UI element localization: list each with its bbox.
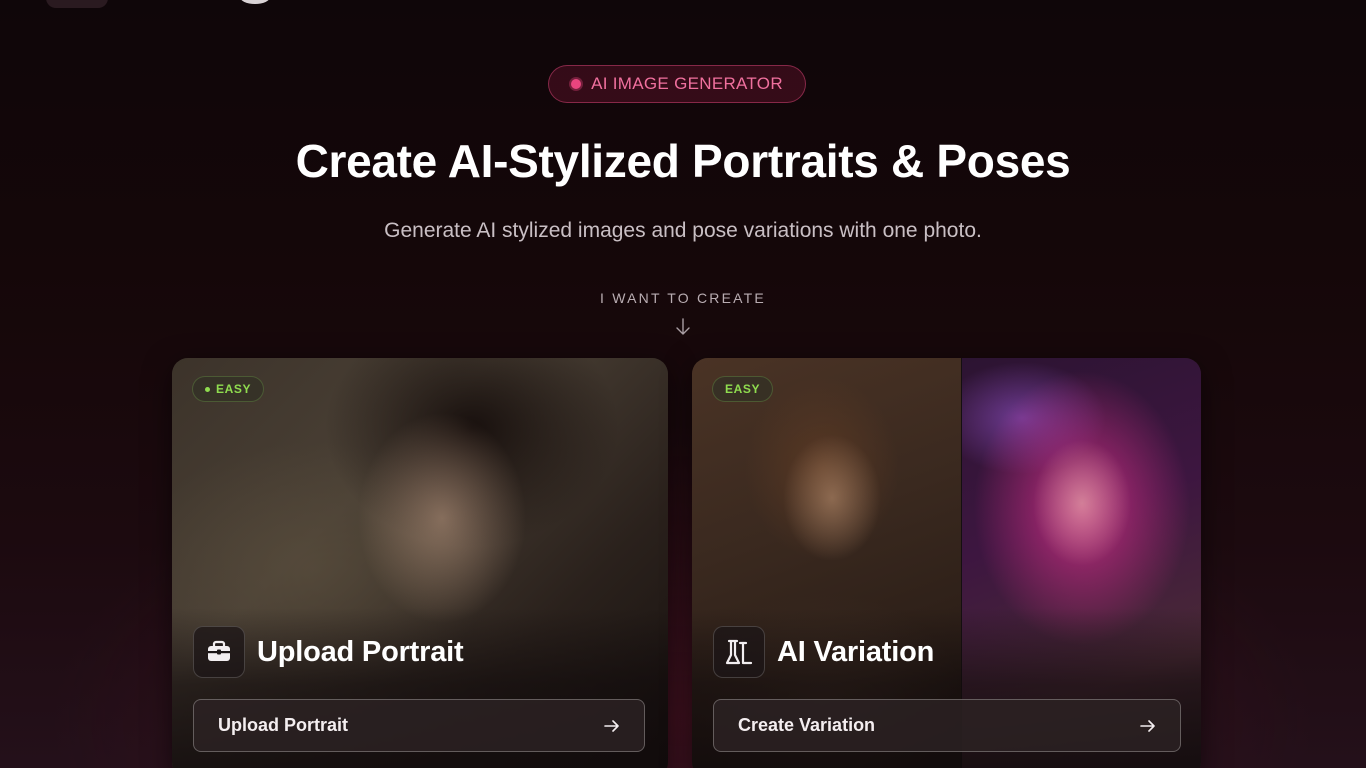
- feature-header: Upload Portrait: [193, 626, 464, 678]
- badge-dot-icon: [571, 79, 582, 89]
- variation-flask-icon: [713, 626, 765, 678]
- easy-tag: EASY: [192, 376, 265, 402]
- easy-tag-label: EASY: [725, 382, 761, 396]
- feature-header: AI Variation: [713, 626, 934, 678]
- easy-tag: EASY: [712, 376, 774, 402]
- page-title: Create AI-Stylized Portraits & Poses: [295, 135, 1071, 187]
- easy-tag-label: EASY: [216, 382, 252, 396]
- easy-dot-icon: [205, 386, 210, 392]
- upload-portrait-button[interactable]: Upload Portrait: [193, 699, 645, 752]
- badge-label: AI IMAGE GENERATOR: [591, 74, 783, 93]
- button-label: Create Variation: [738, 715, 876, 735]
- feature-title: Upload Portrait: [257, 635, 464, 668]
- create-prompt-label: I WANT TO CREATE: [600, 290, 766, 306]
- arrow-down-icon: [676, 318, 690, 335]
- header-element-partial: [46, 0, 108, 8]
- header-logo-partial: [240, 0, 270, 4]
- feature-title: AI Variation: [777, 635, 935, 668]
- ai-image-generator-badge: AI IMAGE GENERATOR: [548, 65, 806, 103]
- ai-variation-card[interactable]: EASY AI Variation Create Variation: [692, 358, 1201, 768]
- arrow-right-icon: [1140, 719, 1155, 732]
- page-subtitle: Generate AI stylized images and pose var…: [384, 219, 982, 242]
- button-label: Upload Portrait: [218, 715, 349, 735]
- upload-portrait-card[interactable]: EASY Upload Portrait Upload Portrait: [172, 358, 668, 768]
- create-variation-button[interactable]: Create Variation: [713, 699, 1181, 752]
- portrait-upload-icon: [193, 626, 245, 678]
- arrow-right-icon: [604, 719, 619, 732]
